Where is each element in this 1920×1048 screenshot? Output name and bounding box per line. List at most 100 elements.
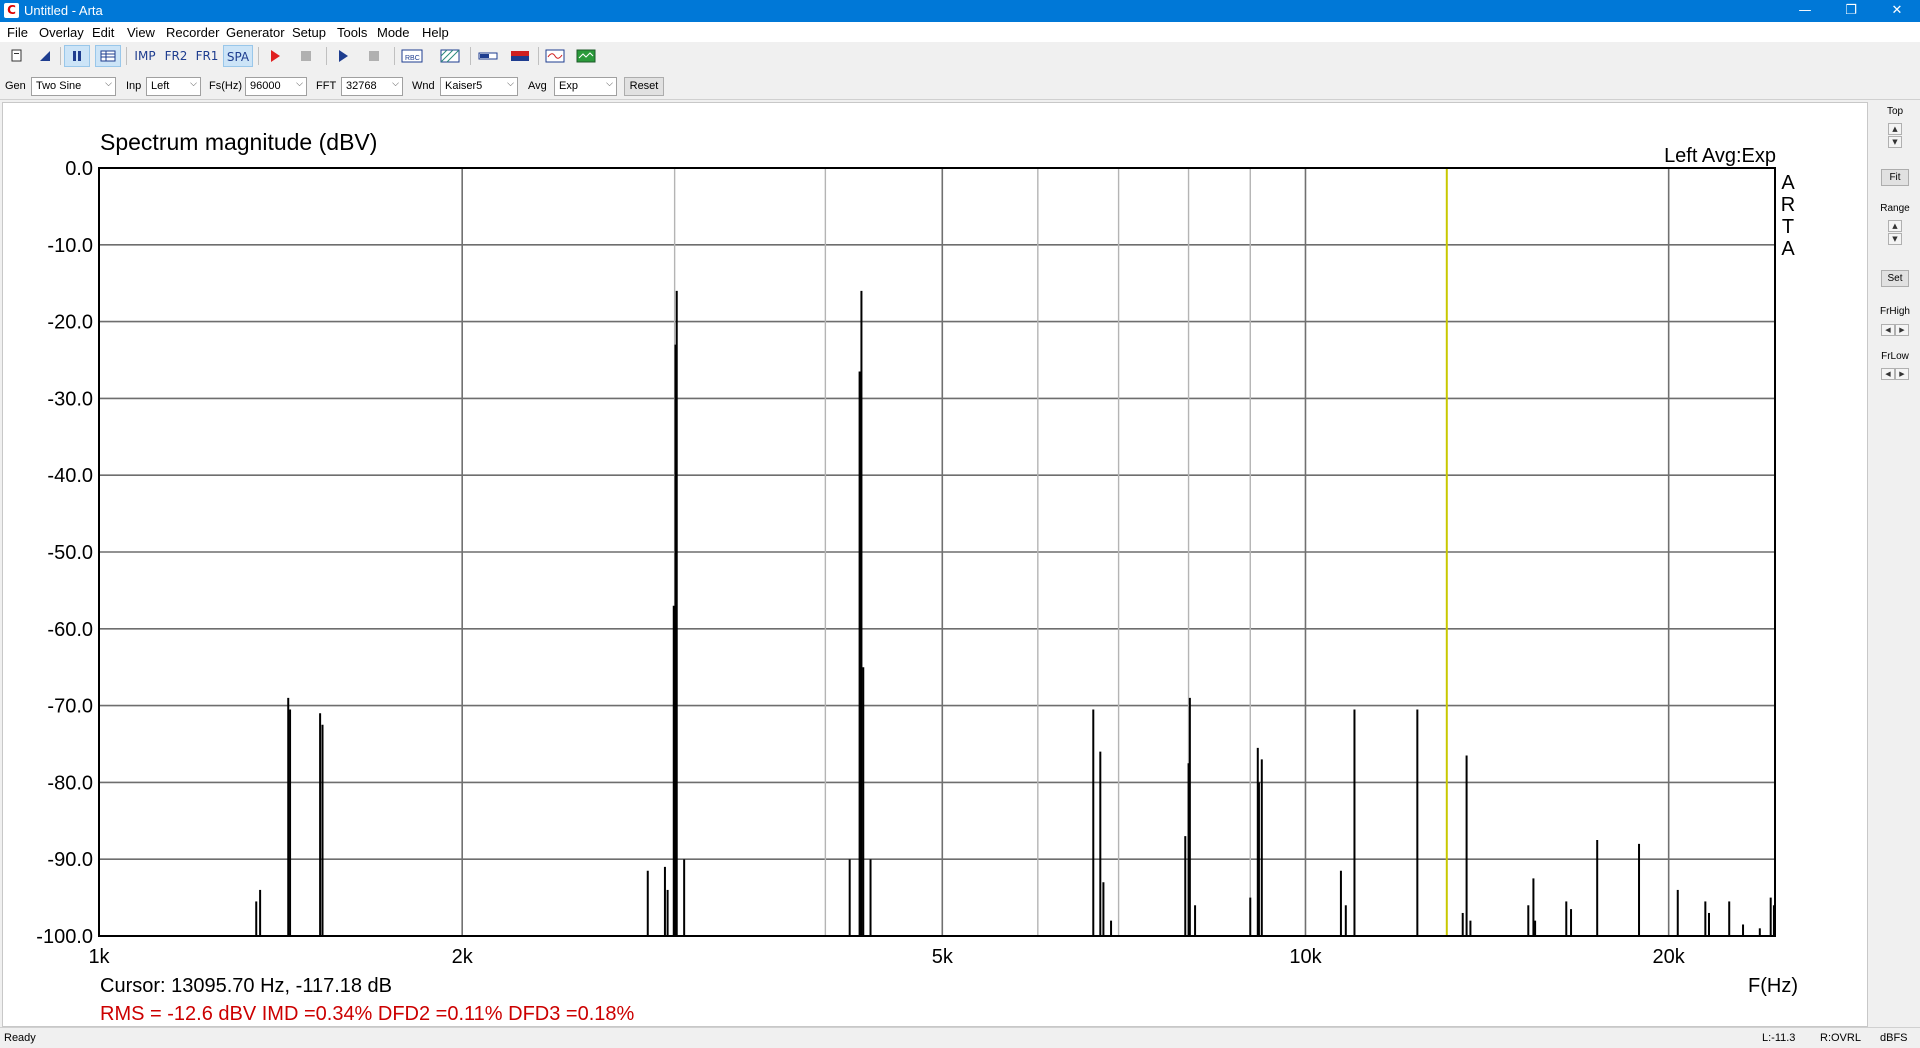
x-tick-label: 1k (88, 946, 110, 968)
fft-value: 32768 (346, 80, 377, 92)
toolbar: IMP FR2 FR1 SPA RBC (0, 42, 1920, 72)
gen-label: Gen (5, 80, 26, 92)
range-label: Range (1880, 203, 1910, 214)
frlow-right-spin[interactable]: ▶ (1895, 368, 1909, 380)
avg-value: Exp (559, 80, 578, 92)
x-axis-ticks: 1k 2k 5k 10k 20k (88, 946, 1685, 968)
grid (98, 167, 1775, 937)
fr1-button[interactable]: FR1 (193, 45, 221, 67)
fs-label: Fs(Hz) (209, 80, 242, 92)
level-readout: L:-11.3 (1762, 1032, 1796, 1044)
new-file-icon[interactable] (4, 45, 30, 67)
spectrum-trace (255, 290, 1775, 936)
window-title: Untitled - Arta (24, 3, 103, 18)
fs-select[interactable]: 96000 ⌵ (245, 77, 307, 96)
stop2-icon[interactable] (361, 45, 387, 67)
menu-generator[interactable]: Generator (226, 25, 285, 40)
menu-bar: File Overlay Edit View Recorder Generato… (0, 22, 1920, 42)
avg-select[interactable]: Exp ⌵ (554, 77, 617, 96)
restore-button[interactable]: ❐ (1828, 0, 1874, 22)
y-tick-label: -100.0 (36, 926, 93, 948)
spa-button[interactable]: SPA (223, 45, 253, 67)
y-tick-label: -50.0 (47, 542, 93, 564)
record-icon[interactable] (262, 45, 288, 67)
range-up-spin[interactable]: ▲ (1888, 220, 1902, 232)
pause-icon[interactable] (64, 45, 90, 67)
range-down-spin[interactable]: ▼ (1888, 233, 1902, 245)
title-bar: C Untitled - Arta — ❐ ✕ (0, 0, 1920, 22)
arta-watermark: A R T A (1781, 172, 1796, 260)
menu-help[interactable]: Help (422, 25, 449, 40)
grid-icon[interactable] (95, 45, 121, 67)
wnd-label: Wnd (412, 80, 435, 92)
frhigh-right-spin[interactable]: ▶ (1895, 324, 1909, 336)
meter-icon[interactable] (474, 45, 502, 67)
abc-icon[interactable]: RBC (398, 45, 426, 67)
flag-icon[interactable] (506, 45, 534, 67)
close-button[interactable]: ✕ (1874, 0, 1920, 22)
arta-letter: A (1781, 172, 1795, 194)
minimize-button[interactable]: — (1782, 0, 1828, 22)
y-tick-label: -70.0 (47, 696, 93, 718)
menu-setup[interactable]: Setup (292, 25, 326, 40)
fft-label: FFT (316, 80, 337, 92)
toolbar-separator (258, 47, 259, 65)
chart-title: Spectrum magnitude (dBV) (100, 129, 377, 155)
arta-letter: R (1781, 194, 1795, 216)
frhigh-label: FrHigh (1879, 306, 1910, 317)
chevron-down-icon: ⌵ (190, 79, 197, 89)
fit-button[interactable]: Fit (1881, 169, 1909, 186)
right-panel: Top ▲ ▼ Fit Range ▲ ▼ Set FrHigh ◀ ▶ FrL… (1870, 102, 1920, 1027)
menu-recorder[interactable]: Recorder (166, 25, 219, 40)
menu-tools[interactable]: Tools (337, 25, 367, 40)
spectrum-chart[interactable]: Spectrum magnitude (dBV) Left Avg:Exp 0.… (3, 103, 1867, 1026)
x-tick-label: 20k (1653, 946, 1686, 968)
chevron-down-icon: ⌵ (606, 79, 613, 89)
top-down-spin[interactable]: ▼ (1888, 136, 1902, 148)
y-tick-label: -10.0 (47, 235, 93, 257)
y-tick-label: -90.0 (47, 849, 93, 871)
status-text: Ready (4, 1032, 36, 1044)
fr2-button[interactable]: FR2 (162, 45, 190, 67)
hatch-icon[interactable] (436, 45, 464, 67)
parameters-bar: Gen Two Sine ⌵ Inp Left ⌵ Fs(Hz) 96000 ⌵ FF… (0, 73, 1920, 100)
cursor-readout: Cursor: 13095.70 Hz, -117.18 dB (100, 975, 392, 997)
open-icon[interactable] (32, 45, 58, 67)
plot-area[interactable]: Spectrum magnitude (dBV) Left Avg:Exp 0.… (2, 102, 1868, 1027)
chevron-down-icon: ⌵ (507, 79, 514, 89)
x-tick-label: 5k (932, 946, 954, 968)
menu-overlay[interactable]: Overlay (39, 25, 84, 40)
units-indicator: dBFS (1880, 1032, 1908, 1044)
reset-button[interactable]: Reset (624, 77, 664, 96)
menu-edit[interactable]: Edit (92, 25, 114, 40)
gen-select[interactable]: Two Sine ⌵ (31, 77, 116, 96)
menu-file[interactable]: File (7, 25, 28, 40)
inp-label: Inp (126, 80, 142, 92)
fft-select[interactable]: 32768 ⌵ (341, 77, 403, 96)
wnd-select[interactable]: Kaiser5 ⌵ (440, 77, 518, 96)
top-up-spin[interactable]: ▲ (1888, 123, 1902, 135)
gen-value: Two Sine (36, 80, 82, 92)
set-button[interactable]: Set (1881, 270, 1909, 287)
menu-mode[interactable]: Mode (377, 25, 410, 40)
frlow-left-spin[interactable]: ◀ (1881, 368, 1895, 380)
x-axis-label: F(Hz) (1748, 975, 1798, 997)
play-icon[interactable] (330, 45, 356, 67)
arta-letter: T (1782, 216, 1794, 238)
toolbar-separator (126, 47, 127, 65)
inp-select[interactable]: Left ⌵ (146, 77, 201, 96)
y-tick-label: -40.0 (47, 465, 93, 487)
spectrum-icon[interactable] (572, 45, 600, 67)
frlow-label: FrLow (1881, 351, 1909, 362)
y-axis-ticks: 0.0 -10.0 -20.0 -30.0 -40.0 -50.0 -60.0 -70.0 -8… (36, 158, 93, 948)
stop-icon[interactable] (293, 45, 319, 67)
status-bar: Ready L:-11.3 R:OVRL dBFS (0, 1027, 1920, 1048)
y-tick-label: -30.0 (47, 388, 93, 410)
y-tick-label: -80.0 (47, 772, 93, 794)
frhigh-left-spin[interactable]: ◀ (1881, 324, 1895, 336)
imp-button[interactable]: IMP (132, 45, 158, 67)
menu-view[interactable]: View (127, 25, 155, 40)
channel-info: Left Avg:Exp (1664, 145, 1776, 167)
top-label: Top (1886, 106, 1904, 117)
scope-icon[interactable] (541, 45, 569, 67)
